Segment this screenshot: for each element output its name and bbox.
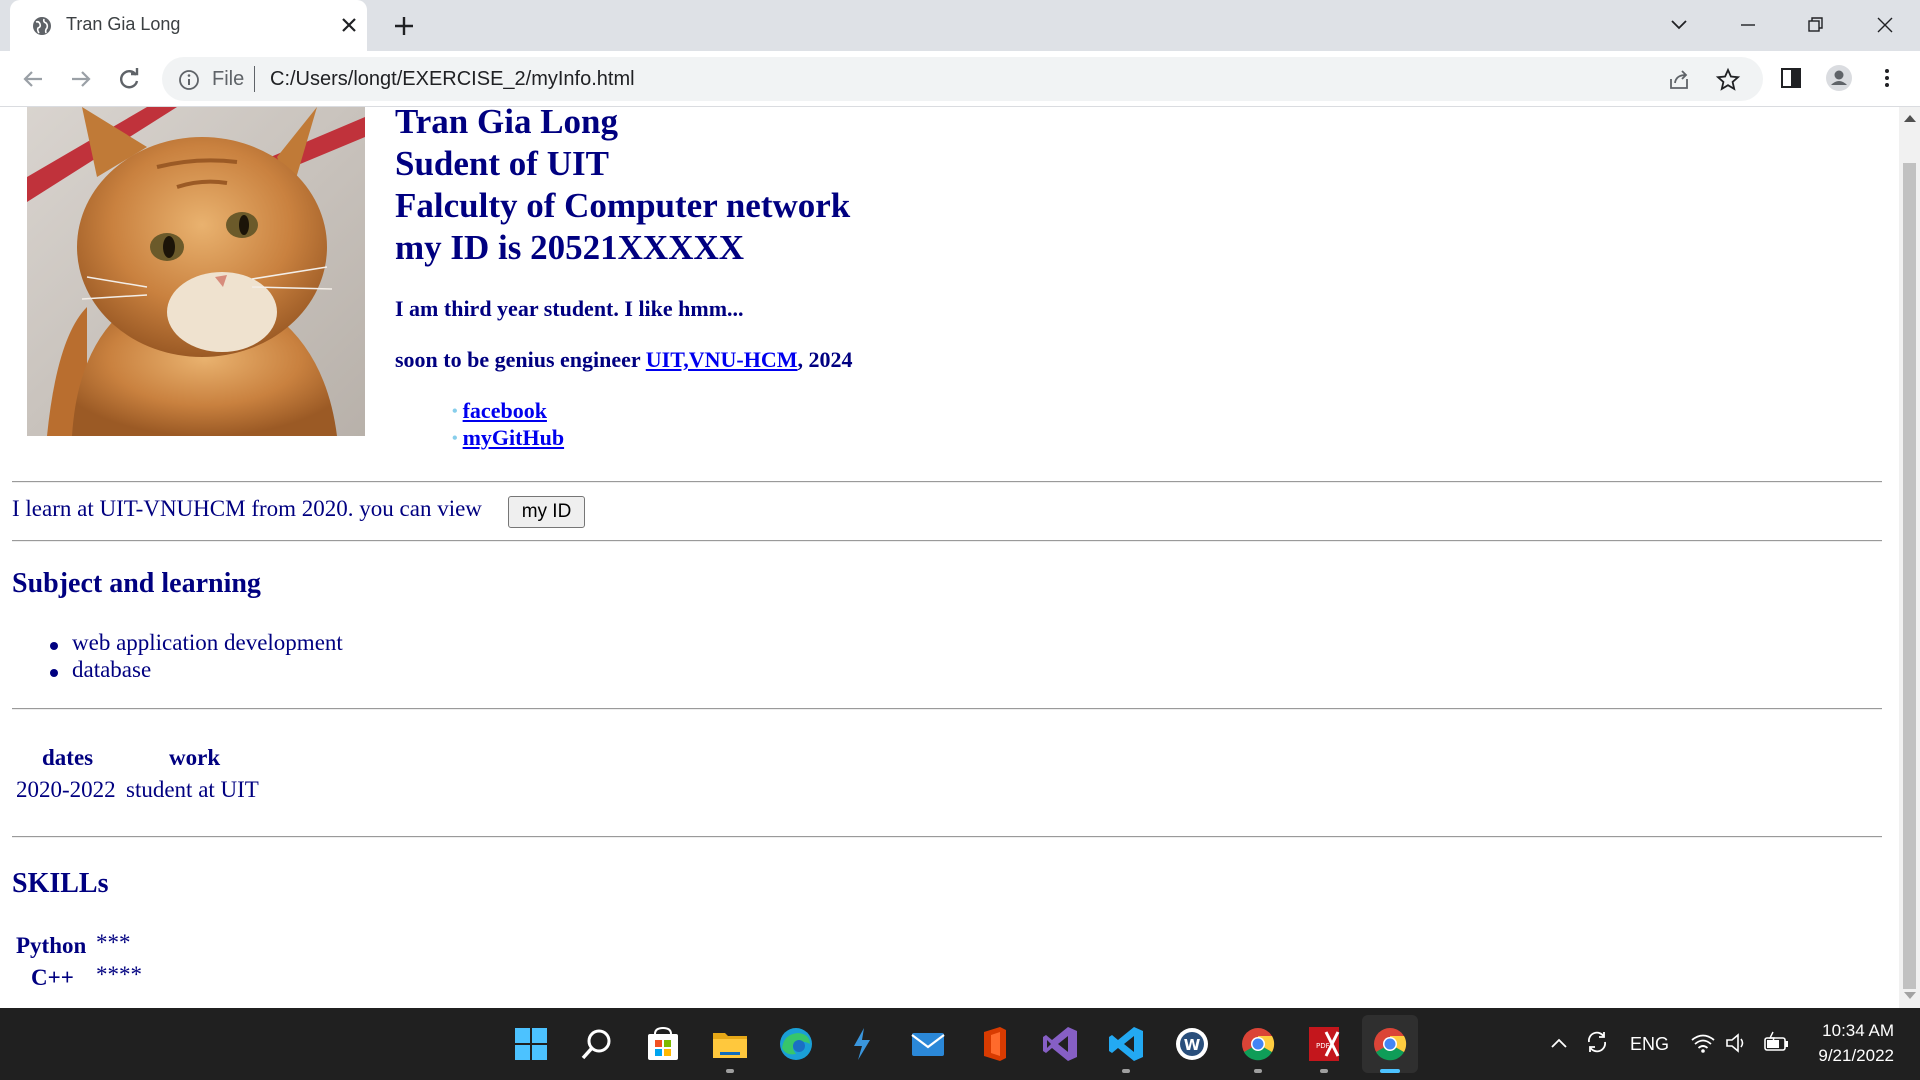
- github-link[interactable]: myGitHub: [463, 425, 564, 450]
- divider: [12, 481, 1882, 483]
- page-viewport: Tran Gia Long Sudent of UIT Falculty of …: [0, 107, 1899, 1008]
- student-heading: Sudent of UIT: [395, 144, 609, 183]
- forward-arrow-icon[interactable]: [66, 64, 96, 94]
- file-explorer-icon[interactable]: [710, 1024, 750, 1064]
- bookmark-star-icon[interactable]: [1715, 67, 1741, 93]
- chevron-up-icon[interactable]: [1548, 1032, 1570, 1054]
- intro-text: I am third year student. I like hmm...: [395, 296, 744, 321]
- search-icon[interactable]: [577, 1024, 617, 1064]
- minimize-icon[interactable]: [1733, 10, 1763, 40]
- divider: [12, 540, 1882, 542]
- scroll-down-arrow-icon[interactable]: [1904, 992, 1916, 999]
- mail-icon[interactable]: [908, 1024, 948, 1064]
- bullet-dot: •: [452, 403, 458, 420]
- visual-studio-installer-icon[interactable]: [842, 1024, 882, 1064]
- address-bar[interactable]: File C:/Users/longt/EXERCISE_2/myInfo.ht…: [162, 57, 1763, 101]
- pdf-reader-icon[interactable]: PDF: [1304, 1024, 1344, 1064]
- genius-suffix: , 2024: [797, 347, 853, 372]
- more-menu-icon[interactable]: [1872, 63, 1902, 93]
- genius-prefix: soon to be genius engineer: [395, 347, 646, 372]
- language-indicator[interactable]: ENG: [1630, 1034, 1669, 1055]
- tab-strip: Tran Gia Long: [0, 0, 1920, 51]
- svg-text:W: W: [1184, 1036, 1201, 1054]
- address-separator: [254, 66, 255, 92]
- app-running-indicator: [1254, 1069, 1262, 1073]
- address-url[interactable]: C:/Users/longt/EXERCISE_2/myInfo.html: [270, 68, 635, 91]
- learn-text: I learn at UIT-VNUHCM from 2020. you can…: [12, 496, 482, 521]
- office-icon[interactable]: [974, 1024, 1014, 1064]
- skill-stars: ***: [96, 930, 131, 955]
- divider: [12, 708, 1882, 710]
- profile-cat-photo: [27, 107, 365, 436]
- windows-taskbar: W PDF ENG 10:34 AM 9/21/2022: [0, 1008, 1920, 1080]
- microsoft-store-icon[interactable]: [643, 1024, 683, 1064]
- windows-start-icon[interactable]: [511, 1024, 551, 1064]
- word-app-icon[interactable]: W: [1172, 1024, 1212, 1064]
- edge-icon[interactable]: [776, 1024, 816, 1064]
- divider: [12, 836, 1882, 838]
- visual-studio-icon[interactable]: [1040, 1024, 1080, 1064]
- side-panel-icon[interactable]: [1776, 63, 1806, 93]
- bullet-dot: [50, 642, 58, 650]
- table-cell-work: student at UIT: [126, 777, 259, 802]
- sync-icon[interactable]: [1583, 1028, 1611, 1056]
- app-running-indicator: [726, 1069, 734, 1073]
- uit-link[interactable]: UIT,VNU-HCM: [646, 347, 798, 372]
- tab-title: Tran Gia Long: [66, 14, 181, 34]
- info-icon[interactable]: [178, 69, 200, 91]
- subject-item: database: [72, 657, 152, 682]
- battery-icon[interactable]: [1762, 1030, 1790, 1056]
- profile-avatar-icon[interactable]: [1824, 63, 1854, 93]
- scroll-up-arrow-icon[interactable]: [1904, 115, 1916, 122]
- bullet-dot: •: [452, 430, 458, 447]
- faculty-heading: Falculty of Computer network: [395, 186, 851, 225]
- skills-heading: SKILLs: [12, 868, 109, 899]
- app-running-indicator: [1122, 1069, 1130, 1073]
- skill-name: Python: [16, 933, 87, 958]
- app-active-indicator: [1380, 1069, 1400, 1073]
- bullet-dot: [50, 669, 58, 677]
- id-heading: my ID is 20521XXXXX: [395, 228, 745, 267]
- table-header-work: work: [169, 745, 221, 770]
- skill-stars: ****: [96, 962, 142, 987]
- subject-item: web application development: [72, 630, 343, 655]
- address-scheme: File: [212, 68, 245, 90]
- genius-line: soon to be genius engineer UIT,VNU-HCM, …: [395, 347, 853, 373]
- scrollbar-thumb[interactable]: [1903, 163, 1916, 989]
- clock-time[interactable]: 10:34 AM: [1816, 1021, 1894, 1041]
- restore-icon[interactable]: [1801, 10, 1831, 40]
- back-arrow-icon[interactable]: [18, 64, 48, 94]
- link-item-github: • myGitHub: [452, 425, 564, 451]
- browser-toolbar: File C:/Users/longt/EXERCISE_2/myInfo.ht…: [0, 51, 1920, 107]
- share-icon[interactable]: [1666, 67, 1692, 93]
- clock-date[interactable]: 9/21/2022: [1808, 1046, 1894, 1066]
- chrome-active-icon[interactable]: [1370, 1024, 1410, 1064]
- app-running-indicator: [1320, 1069, 1328, 1073]
- table-cell-dates: 2020-2022: [16, 777, 116, 802]
- table-header-dates: dates: [42, 745, 94, 770]
- wifi-icon[interactable]: [1690, 1031, 1716, 1055]
- browser-tab[interactable]: Tran Gia Long: [10, 0, 367, 51]
- vscode-icon[interactable]: [1106, 1024, 1146, 1064]
- subjects-heading: Subject and learning: [12, 568, 261, 599]
- globe-icon: [33, 17, 51, 35]
- vertical-scrollbar[interactable]: [1899, 107, 1920, 1008]
- new-tab-icon[interactable]: [390, 12, 418, 40]
- chrome-icon[interactable]: [1238, 1024, 1278, 1064]
- reload-icon[interactable]: [114, 64, 144, 94]
- svg-text:PDF: PDF: [1316, 1042, 1330, 1050]
- volume-icon[interactable]: [1724, 1031, 1748, 1055]
- close-window-icon[interactable]: [1870, 10, 1900, 40]
- skill-name: C++: [31, 965, 74, 990]
- my-id-button[interactable]: my ID: [508, 496, 585, 528]
- name-heading: Tran Gia Long: [395, 107, 619, 141]
- tab-search-chevron-down-icon[interactable]: [1664, 10, 1694, 40]
- facebook-link[interactable]: facebook: [463, 398, 547, 423]
- close-tab-icon[interactable]: [337, 13, 361, 37]
- link-item-facebook: • facebook: [452, 398, 547, 424]
